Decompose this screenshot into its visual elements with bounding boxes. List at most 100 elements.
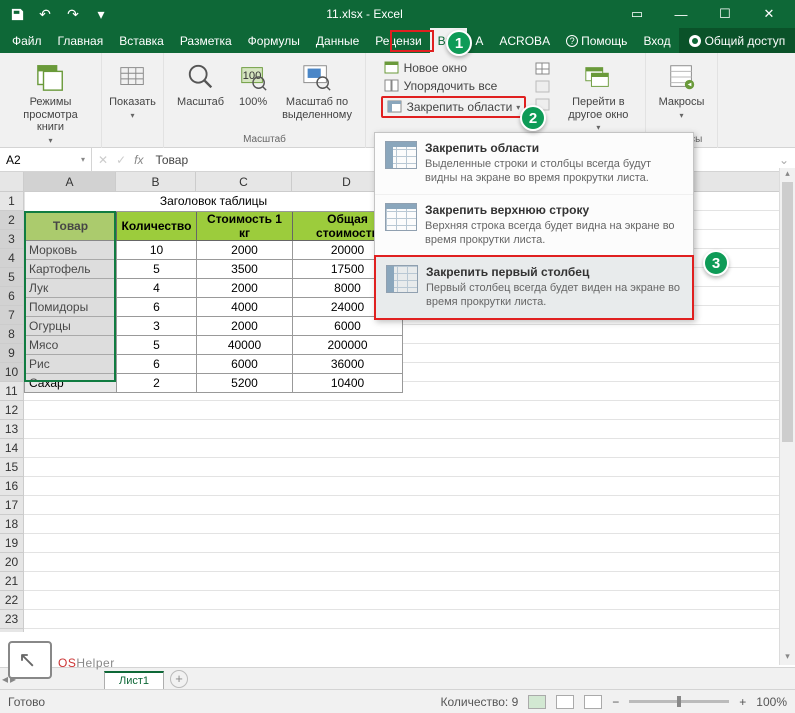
tab-review[interactable]: Рецензи — [367, 28, 429, 53]
row-header-22[interactable]: 22 — [0, 591, 23, 610]
group-zoom-label: Масштаб — [243, 134, 286, 145]
zoom-button[interactable]: Масштаб — [175, 56, 226, 125]
col-header-A[interactable]: A — [24, 172, 116, 191]
view-layout-icon[interactable] — [556, 695, 574, 709]
row-header-19[interactable]: 19 — [0, 534, 23, 553]
row-header-8[interactable]: 8 — [0, 325, 23, 344]
row-header-16[interactable]: 16 — [0, 477, 23, 496]
freeze-panes-button[interactable]: Закрепить области▾ — [381, 96, 527, 118]
row-header-6[interactable]: 6 — [0, 287, 23, 306]
row-header-10[interactable]: 10 — [0, 363, 23, 382]
qat-more[interactable]: ▾ — [88, 2, 114, 26]
hide-button[interactable] — [532, 79, 554, 95]
row-header-17[interactable]: 17 — [0, 496, 23, 515]
ribbon-options-icon[interactable]: ▭ — [615, 0, 659, 28]
freeze-panes-option[interactable]: Закрепить областиВыделенные строки и сто… — [375, 133, 693, 195]
tab-acrobat[interactable]: ACROBA — [491, 28, 558, 53]
row-header-1[interactable]: 1 — [0, 192, 23, 211]
minimize-button[interactable]: — — [659, 0, 703, 28]
row-header-18[interactable]: 18 — [0, 515, 23, 534]
show-button[interactable]: Показать▾ — [107, 56, 158, 124]
col-header-C[interactable]: C — [196, 172, 292, 191]
row-headers: 1234567891011121314151617181920212223 — [0, 192, 24, 632]
tab-pagelayout[interactable]: Разметка — [172, 28, 240, 53]
col-header-B[interactable]: B — [116, 172, 196, 191]
group-zoom: Масштаб 100 100% Масштаб по выделенному … — [164, 53, 366, 148]
freeze-both-icon — [385, 141, 417, 169]
row-header-11[interactable]: 11 — [0, 382, 23, 401]
group-views: Режимы просмотра книги▾ — [0, 53, 102, 148]
tab-file[interactable]: Файл — [4, 28, 50, 53]
switch-windows-button[interactable]: Перейти в другое окно▾ — [566, 56, 630, 136]
status-count: Количество: 9 — [440, 695, 518, 709]
add-sheet-button[interactable]: + — [170, 670, 188, 688]
table-row[interactable]: Сахар2520010400 — [25, 373, 403, 392]
split-button[interactable] — [532, 61, 554, 77]
table-row[interactable]: Мясо540000200000 — [25, 335, 403, 354]
callout-2: 2 — [520, 105, 546, 131]
zoom-in-button[interactable]: + — [739, 695, 746, 709]
row-header-20[interactable]: 20 — [0, 553, 23, 572]
view-normal-icon[interactable] — [528, 695, 546, 709]
table-row[interactable]: Огурцы320006000 — [25, 316, 403, 335]
maximize-button[interactable]: ☐ — [703, 0, 747, 28]
callout-1: 1 — [446, 30, 472, 56]
fx-enter[interactable]: ✓ — [116, 153, 126, 167]
watermark: OSHelper — [8, 641, 115, 679]
fx-icon[interactable]: fx — [134, 153, 143, 167]
table-row[interactable]: Картофель5350017500 — [25, 259, 403, 278]
tab-help[interactable]: ?Помощь — [558, 28, 635, 53]
share-button[interactable]: Общий доступ — [679, 28, 795, 53]
row-header-4[interactable]: 4 — [0, 249, 23, 268]
select-all-corner[interactable] — [0, 172, 24, 192]
row-header-9[interactable]: 9 — [0, 344, 23, 363]
formula-expand[interactable]: ⌄ — [773, 153, 795, 167]
undo-button[interactable]: ↶ — [32, 2, 58, 26]
arrange-all-button[interactable]: Упорядочить все — [381, 78, 527, 94]
save-button[interactable] — [4, 2, 30, 26]
row-header-3[interactable]: 3 — [0, 230, 23, 249]
row-header-23[interactable]: 23 — [0, 610, 23, 629]
tab-data[interactable]: Данные — [308, 28, 367, 53]
workbook-views-button[interactable]: Режимы просмотра книги▾ — [6, 56, 95, 149]
freeze-panes-dropdown: Закрепить областиВыделенные строки и сто… — [374, 132, 694, 320]
row-header-5[interactable]: 5 — [0, 268, 23, 287]
status-bar: Готово Количество: 9 − + 100% — [0, 689, 795, 713]
name-box[interactable]: ▾ — [0, 148, 92, 171]
row-header-21[interactable]: 21 — [0, 572, 23, 591]
row-header-12[interactable]: 12 — [0, 401, 23, 420]
row-header-13[interactable]: 13 — [0, 420, 23, 439]
new-window-button[interactable]: Новое окно — [381, 60, 527, 76]
row-header-14[interactable]: 14 — [0, 439, 23, 458]
view-pagebreak-icon[interactable] — [584, 695, 602, 709]
row-header-15[interactable]: 15 — [0, 458, 23, 477]
redo-button[interactable]: ↷ — [60, 2, 86, 26]
zoom-level[interactable]: 100% — [756, 695, 787, 709]
zoom-out-button[interactable]: − — [612, 695, 619, 709]
freeze-top-row-option[interactable]: Закрепить верхнюю строкуВерхняя строка в… — [375, 195, 693, 257]
tab-home[interactable]: Главная — [50, 28, 112, 53]
tab-insert[interactable]: Вставка — [111, 28, 172, 53]
table-row[interactable]: Рис6600036000 — [25, 354, 403, 373]
close-button[interactable]: ✕ — [747, 0, 791, 28]
group-show: Показать▾ — [102, 53, 164, 148]
freeze-left-icon — [386, 265, 418, 293]
table-row[interactable]: Морковь10200020000 — [25, 240, 403, 259]
macros-button[interactable]: Макросы▾ — [657, 56, 707, 124]
freeze-first-column-option[interactable]: Закрепить первый столбецПервый столбец в… — [374, 255, 694, 320]
quick-access-toolbar: ↶ ↷ ▾ — [4, 2, 114, 26]
zoom-100-button[interactable]: 100 100% — [228, 56, 278, 125]
row-header-2[interactable]: 2 — [0, 211, 23, 230]
tab-formulas[interactable]: Формулы — [240, 28, 308, 53]
zoom-selection-button[interactable]: Масштаб по выделенному — [280, 56, 354, 125]
tab-signin[interactable]: Вход — [635, 28, 678, 53]
row-header-7[interactable]: 7 — [0, 306, 23, 325]
svg-text:100: 100 — [243, 70, 262, 82]
data-table: Заголовок таблицыТоварКоличествоСтоимост… — [24, 192, 403, 393]
zoom-slider[interactable] — [629, 700, 729, 703]
name-box-input[interactable] — [6, 153, 66, 167]
table-row[interactable]: Помидоры6400024000 — [25, 297, 403, 316]
vertical-scrollbar[interactable]: ▴▾ — [779, 168, 795, 665]
table-row[interactable]: Лук420008000 — [25, 278, 403, 297]
fx-cancel[interactable]: ✕ — [98, 153, 108, 167]
